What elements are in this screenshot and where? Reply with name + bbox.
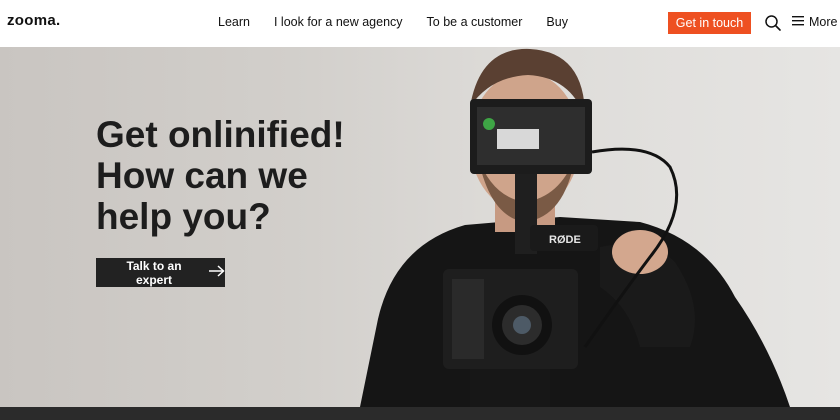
more-label: More <box>809 15 838 29</box>
talk-to-expert-button[interactable]: Talk to an expert <box>96 258 225 287</box>
get-in-touch-button[interactable]: Get in touch <box>668 12 751 34</box>
nav-buy[interactable]: Buy <box>546 15 568 29</box>
search-icon[interactable] <box>764 14 782 32</box>
arrow-right-icon <box>209 265 225 280</box>
talk-to-expert-label: Talk to an expert <box>126 258 182 287</box>
nav-new-agency[interactable]: I look for a new agency <box>274 15 403 29</box>
hero-headline: Get onlinified! How can we help you? <box>96 114 345 237</box>
nav-be-customer[interactable]: To be a customer <box>427 15 523 29</box>
main-nav: Learn I look for a new agency To be a cu… <box>218 15 568 29</box>
headline-line-1: Get onlinified! <box>96 114 345 155</box>
more-menu-button[interactable]: More <box>792 15 837 29</box>
headline-line-3: help you? <box>96 196 271 237</box>
menu-icon <box>792 15 805 29</box>
headline-line-2: How can we <box>96 155 308 196</box>
footer-strip <box>0 407 840 420</box>
hero-section: RØDE Get onlinified! How can we help you… <box>0 47 840 407</box>
mic-brand-label: RØDE <box>549 234 581 246</box>
site-header: zooma. Learn I look for a new agency To … <box>0 0 840 47</box>
nav-learn[interactable]: Learn <box>218 15 250 29</box>
logo[interactable]: zooma. <box>7 12 60 29</box>
